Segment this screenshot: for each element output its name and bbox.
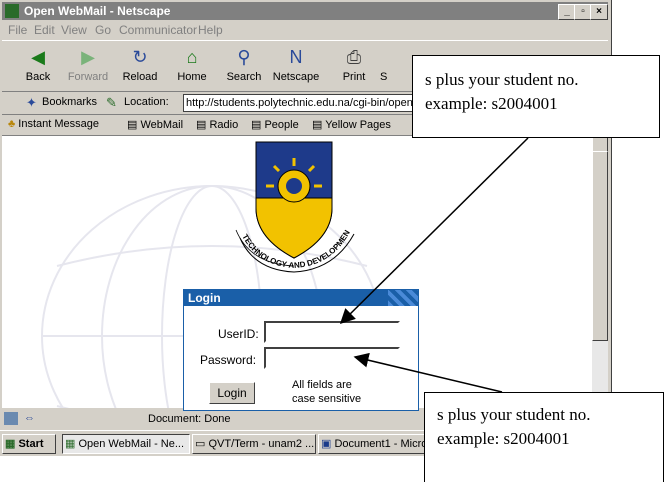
arrow-to-password xyxy=(353,352,503,393)
callout-bottom-line2: example: s2004001 xyxy=(437,429,570,448)
arrow-to-userid xyxy=(339,137,529,325)
callout-top-line2: example: s2004001 xyxy=(425,94,558,113)
callout-bottom-line1: s plus your student no. xyxy=(437,405,591,424)
callout-bottom: s plus your student no. example: s200400… xyxy=(424,392,664,482)
callout-top: s plus your student no. example: s200400… xyxy=(412,55,660,138)
callout-top-line1: s plus your student no. xyxy=(425,70,579,89)
